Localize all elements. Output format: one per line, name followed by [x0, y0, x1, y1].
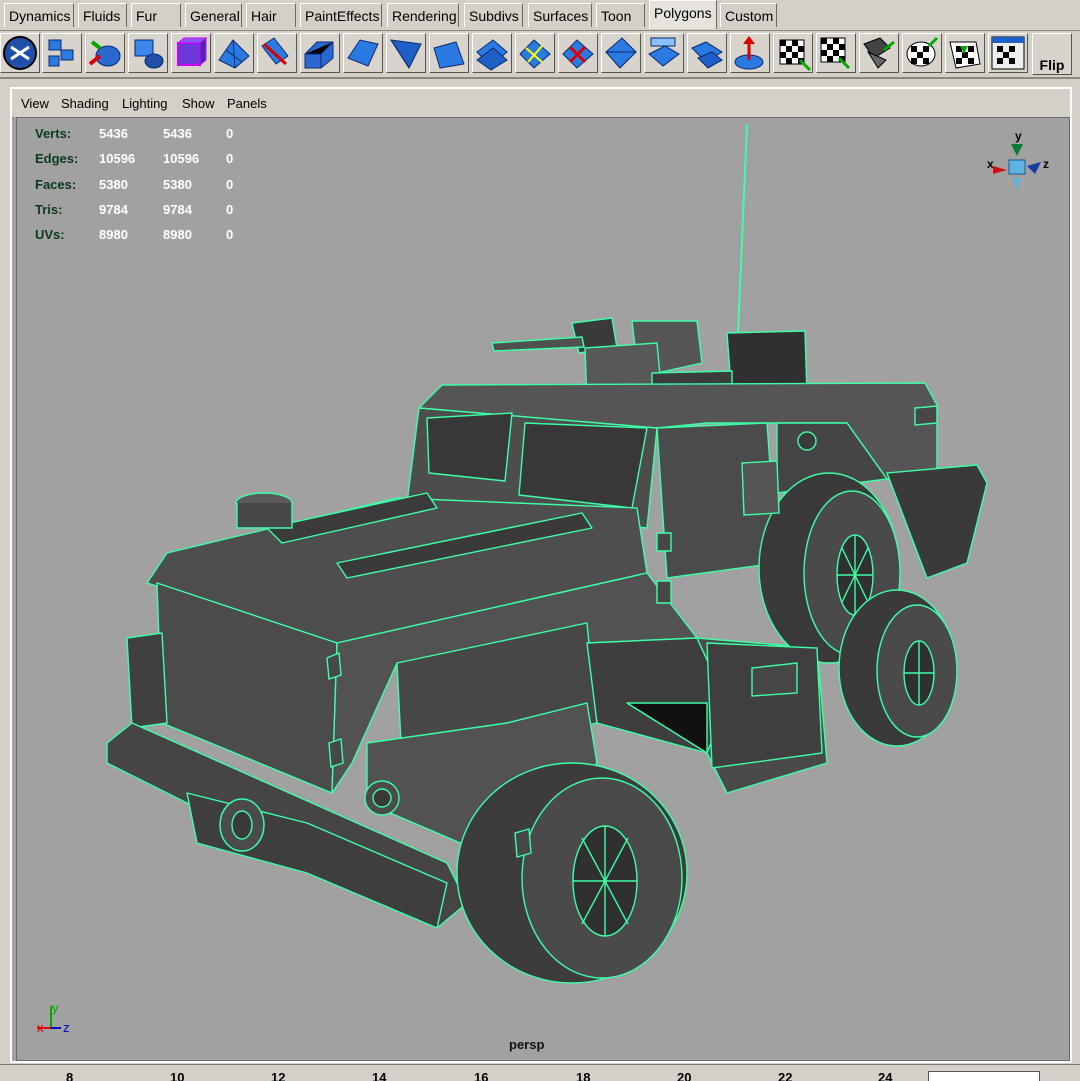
menu-show[interactable]: Show	[182, 96, 215, 111]
menu-lighting[interactable]: Lighting	[122, 96, 168, 111]
shelf-menu-icon[interactable]	[0, 33, 40, 73]
timeline-tick: 12	[271, 1070, 286, 1081]
move-component-icon[interactable]	[773, 33, 813, 73]
triangulate-icon[interactable]	[601, 33, 641, 73]
flip-button[interactable]: Flip	[1032, 33, 1072, 75]
quadrangulate-icon[interactable]	[644, 33, 684, 73]
combine-icon[interactable]	[730, 33, 770, 73]
planar-map-icon[interactable]	[816, 33, 856, 73]
tab-fluids[interactable]: Fluids	[78, 3, 127, 27]
camera-name-label: persp	[509, 1037, 545, 1052]
merge-icon[interactable]	[687, 33, 727, 73]
split-poly-icon[interactable]	[300, 33, 340, 73]
persp-viewport[interactable]: Verts: 5436 5436 0 Edges: 10596 10596 0 Faces:…	[16, 117, 1070, 1061]
poly-cube-icon[interactable]	[171, 33, 211, 73]
axis-z-label: z	[63, 1020, 70, 1035]
mirror-poly-icon[interactable]	[85, 33, 125, 73]
timeline-tick: 8	[66, 1070, 74, 1081]
time-slider[interactable]: 8 10 12 14 16 18 20 22 24	[0, 1064, 1080, 1081]
tab-hair[interactable]: Hair	[246, 3, 296, 27]
timeline-tick: 14	[372, 1070, 387, 1081]
timeline-tick: 16	[474, 1070, 489, 1081]
subdivide-icon[interactable]	[558, 33, 598, 73]
model-panel: View Shading Lighting Show Panels Verts:…	[10, 87, 1072, 1063]
panel-right-edge	[1072, 87, 1080, 1063]
wedge-face-icon[interactable]	[429, 33, 469, 73]
bevel-icon[interactable]	[343, 33, 383, 73]
timeline-tick: 20	[677, 1070, 692, 1081]
timeline-tick: 10	[170, 1070, 185, 1081]
tab-surfaces[interactable]: Surfaces	[528, 3, 592, 27]
tab-rendering[interactable]: Rendering	[387, 3, 459, 27]
tab-custom[interactable]: Custom	[720, 3, 777, 27]
timeline-tick: 22	[778, 1070, 793, 1081]
shelf-tab-bar: Dynamics Fluids Fur General Hair PaintEf…	[0, 0, 1080, 31]
cylindrical-map-icon[interactable]	[902, 33, 942, 73]
poly-grid-icon[interactable]	[214, 33, 254, 73]
tab-dynamics[interactable]: Dynamics	[4, 3, 74, 27]
timeline-tick: 24	[878, 1070, 893, 1081]
tab-painteffects[interactable]: PaintEffects	[300, 3, 382, 27]
tab-general[interactable]: General	[185, 3, 242, 27]
extrude-edge-icon[interactable]	[386, 33, 426, 73]
extrude-face-icon[interactable]	[257, 33, 297, 73]
tab-polygons[interactable]: Polygons	[649, 0, 717, 29]
uv-texture-editor-icon[interactable]	[988, 33, 1028, 73]
polygons-shelf: Flip	[0, 31, 1080, 79]
append-poly-icon[interactable]	[515, 33, 555, 73]
panel-menubar: View Shading Lighting Show Panels	[12, 89, 1070, 117]
menu-view[interactable]: View	[21, 96, 49, 111]
spherical-map-icon[interactable]	[945, 33, 985, 73]
tab-subdivs[interactable]: Subdivs	[464, 3, 523, 27]
axis-y-label: y	[52, 1000, 59, 1015]
tab-fur[interactable]: Fur	[131, 3, 181, 27]
shelf-separator	[0, 80, 1080, 86]
vehicle-mesh[interactable]	[17, 118, 1070, 1061]
timeline-tick: 18	[576, 1070, 591, 1081]
create-poly-icon[interactable]	[42, 33, 82, 73]
menu-panels[interactable]: Panels	[227, 96, 267, 111]
auto-map-icon[interactable]	[859, 33, 899, 73]
poke-face-icon[interactable]	[472, 33, 512, 73]
menu-shading[interactable]: Shading	[61, 96, 109, 111]
axis-triad-icon: y x z	[37, 1000, 70, 1035]
tab-toon[interactable]: Toon	[596, 3, 645, 27]
axis-x-label: x	[37, 1020, 44, 1035]
poly-sphere-icon[interactable]	[128, 33, 168, 73]
